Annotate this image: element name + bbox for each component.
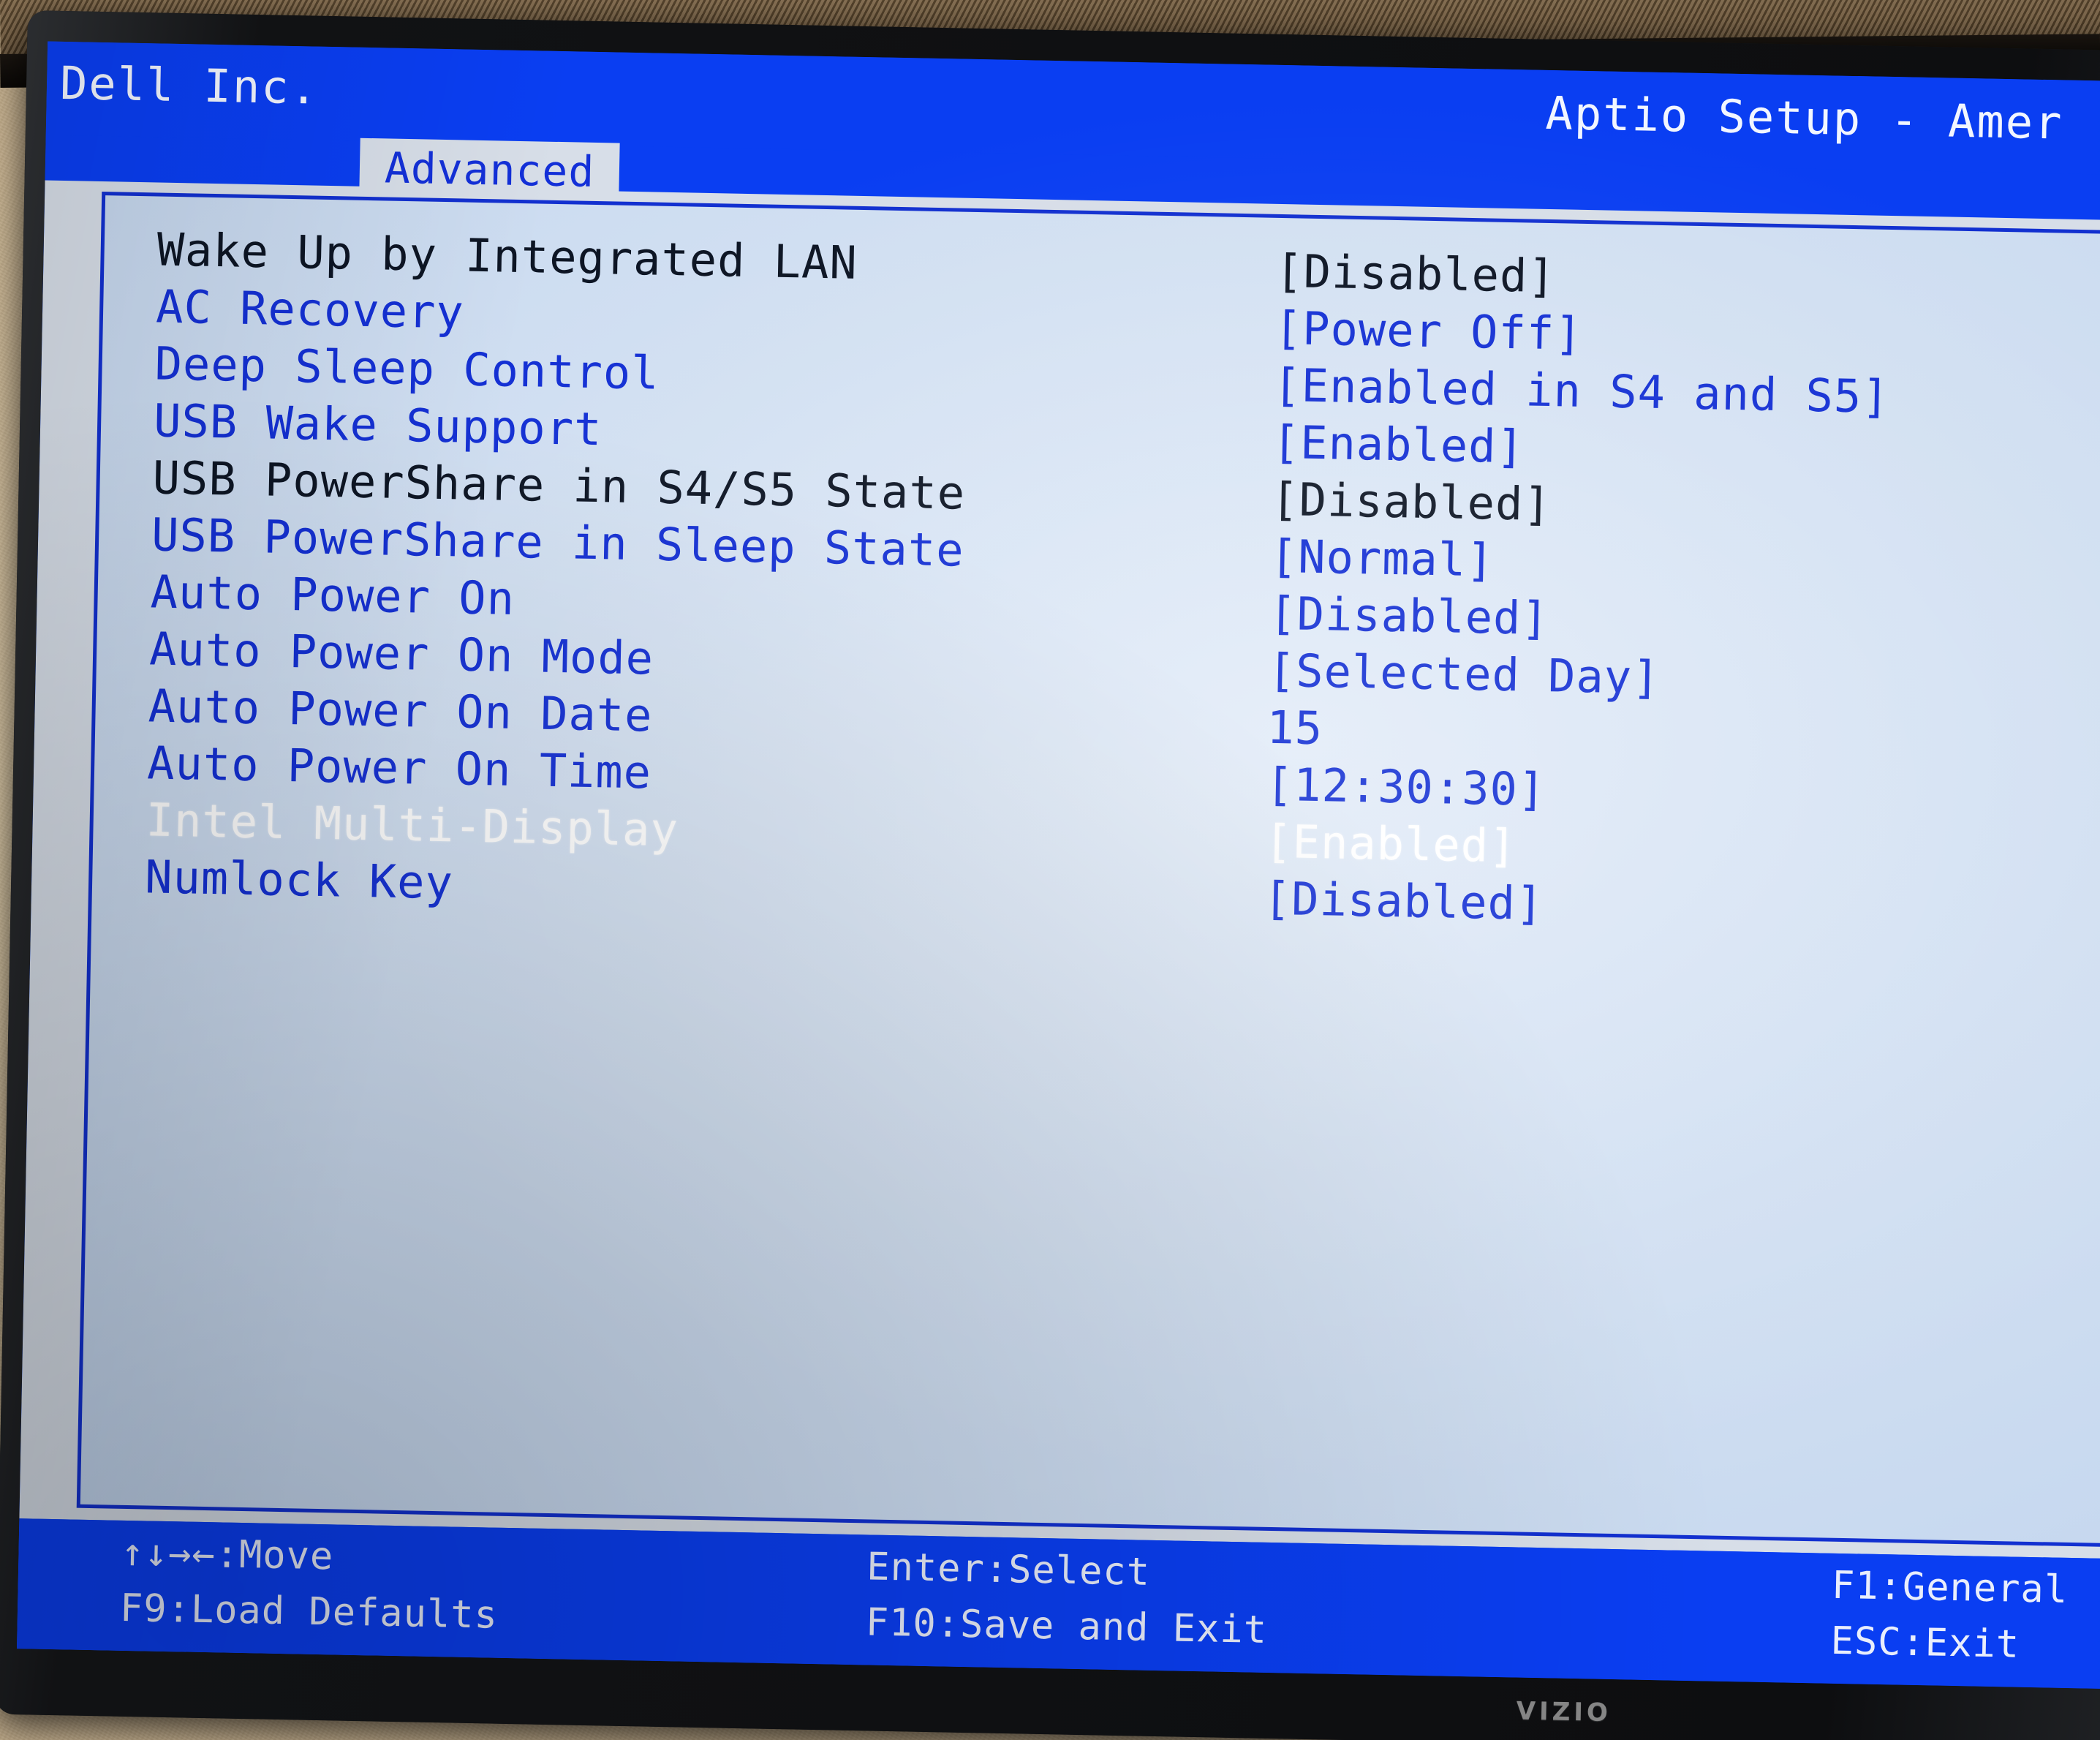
bios-body: Wake Up by Integrated LAN [Disabled] AC Re… <box>19 180 2100 1560</box>
setting-label: Numlock Key <box>144 850 454 910</box>
setting-label: Auto Power On Mode <box>148 622 654 685</box>
setting-value[interactable]: [Disabled] <box>1263 872 1544 930</box>
setting-value[interactable]: [Selected Day] <box>1267 644 1661 704</box>
setting-label: Wake Up by Integrated LAN <box>156 222 858 290</box>
help-select[interactable]: Enter:Select <box>866 1545 1151 1594</box>
setting-value[interactable]: [Disabled] <box>1275 244 1557 303</box>
monitor-brand-logo: VIZIO <box>1516 1696 1612 1728</box>
setting-label: Auto Power On Date <box>148 679 654 742</box>
help-exit[interactable]: ESC:Exit <box>1830 1619 2020 1667</box>
settings-list: Wake Up by Integrated LAN [Disabled] AC Re… <box>92 222 2100 946</box>
help-move: ↑↓→←:Move <box>120 1530 334 1579</box>
setting-label: Deep Sleep Control <box>154 336 660 400</box>
setting-value[interactable]: [Enabled] <box>1272 415 1525 474</box>
setting-value[interactable]: 15 <box>1266 701 1323 755</box>
setting-value[interactable]: [Disabled] <box>1271 472 1552 531</box>
settings-frame: Wake Up by Integrated LAN [Disabled] AC Re… <box>76 191 2100 1548</box>
setting-value[interactable]: [12:30:30] <box>1265 758 1546 816</box>
setting-value[interactable]: [Disabled] <box>1269 587 1550 645</box>
setting-value[interactable]: [Enabled in S4 and S5] <box>1273 358 1890 423</box>
help-load-defaults[interactable]: F9:Load Defaults <box>120 1586 499 1638</box>
setting-label: Auto Power On <box>150 565 515 625</box>
setting-label: Intel Multi-Display <box>146 793 679 857</box>
setting-label: Auto Power On Time <box>146 736 652 799</box>
product-title: Aptio Setup - Amer <box>1544 86 2064 150</box>
setting-value[interactable]: [Power Off] <box>1274 301 1583 361</box>
help-save-exit[interactable]: F10:Save and Exit <box>865 1600 1267 1652</box>
monitor: Dell Inc. Aptio Setup - Amer Advanced Wa… <box>0 10 2100 1740</box>
setting-value[interactable]: [Normal] <box>1269 530 1495 587</box>
photograph-scene: Dell Inc. Aptio Setup - Amer Advanced Wa… <box>0 0 2100 1740</box>
setting-label: AC Recovery <box>155 279 465 339</box>
help-general[interactable]: F1:General <box>1832 1564 2069 1612</box>
setting-label: USB Wake Support <box>153 393 603 456</box>
setting-value[interactable]: [Enabled] <box>1264 815 1517 873</box>
bios-screen: Dell Inc. Aptio Setup - Amer Advanced Wa… <box>16 41 2100 1690</box>
oem-name: Dell Inc. <box>59 56 320 115</box>
